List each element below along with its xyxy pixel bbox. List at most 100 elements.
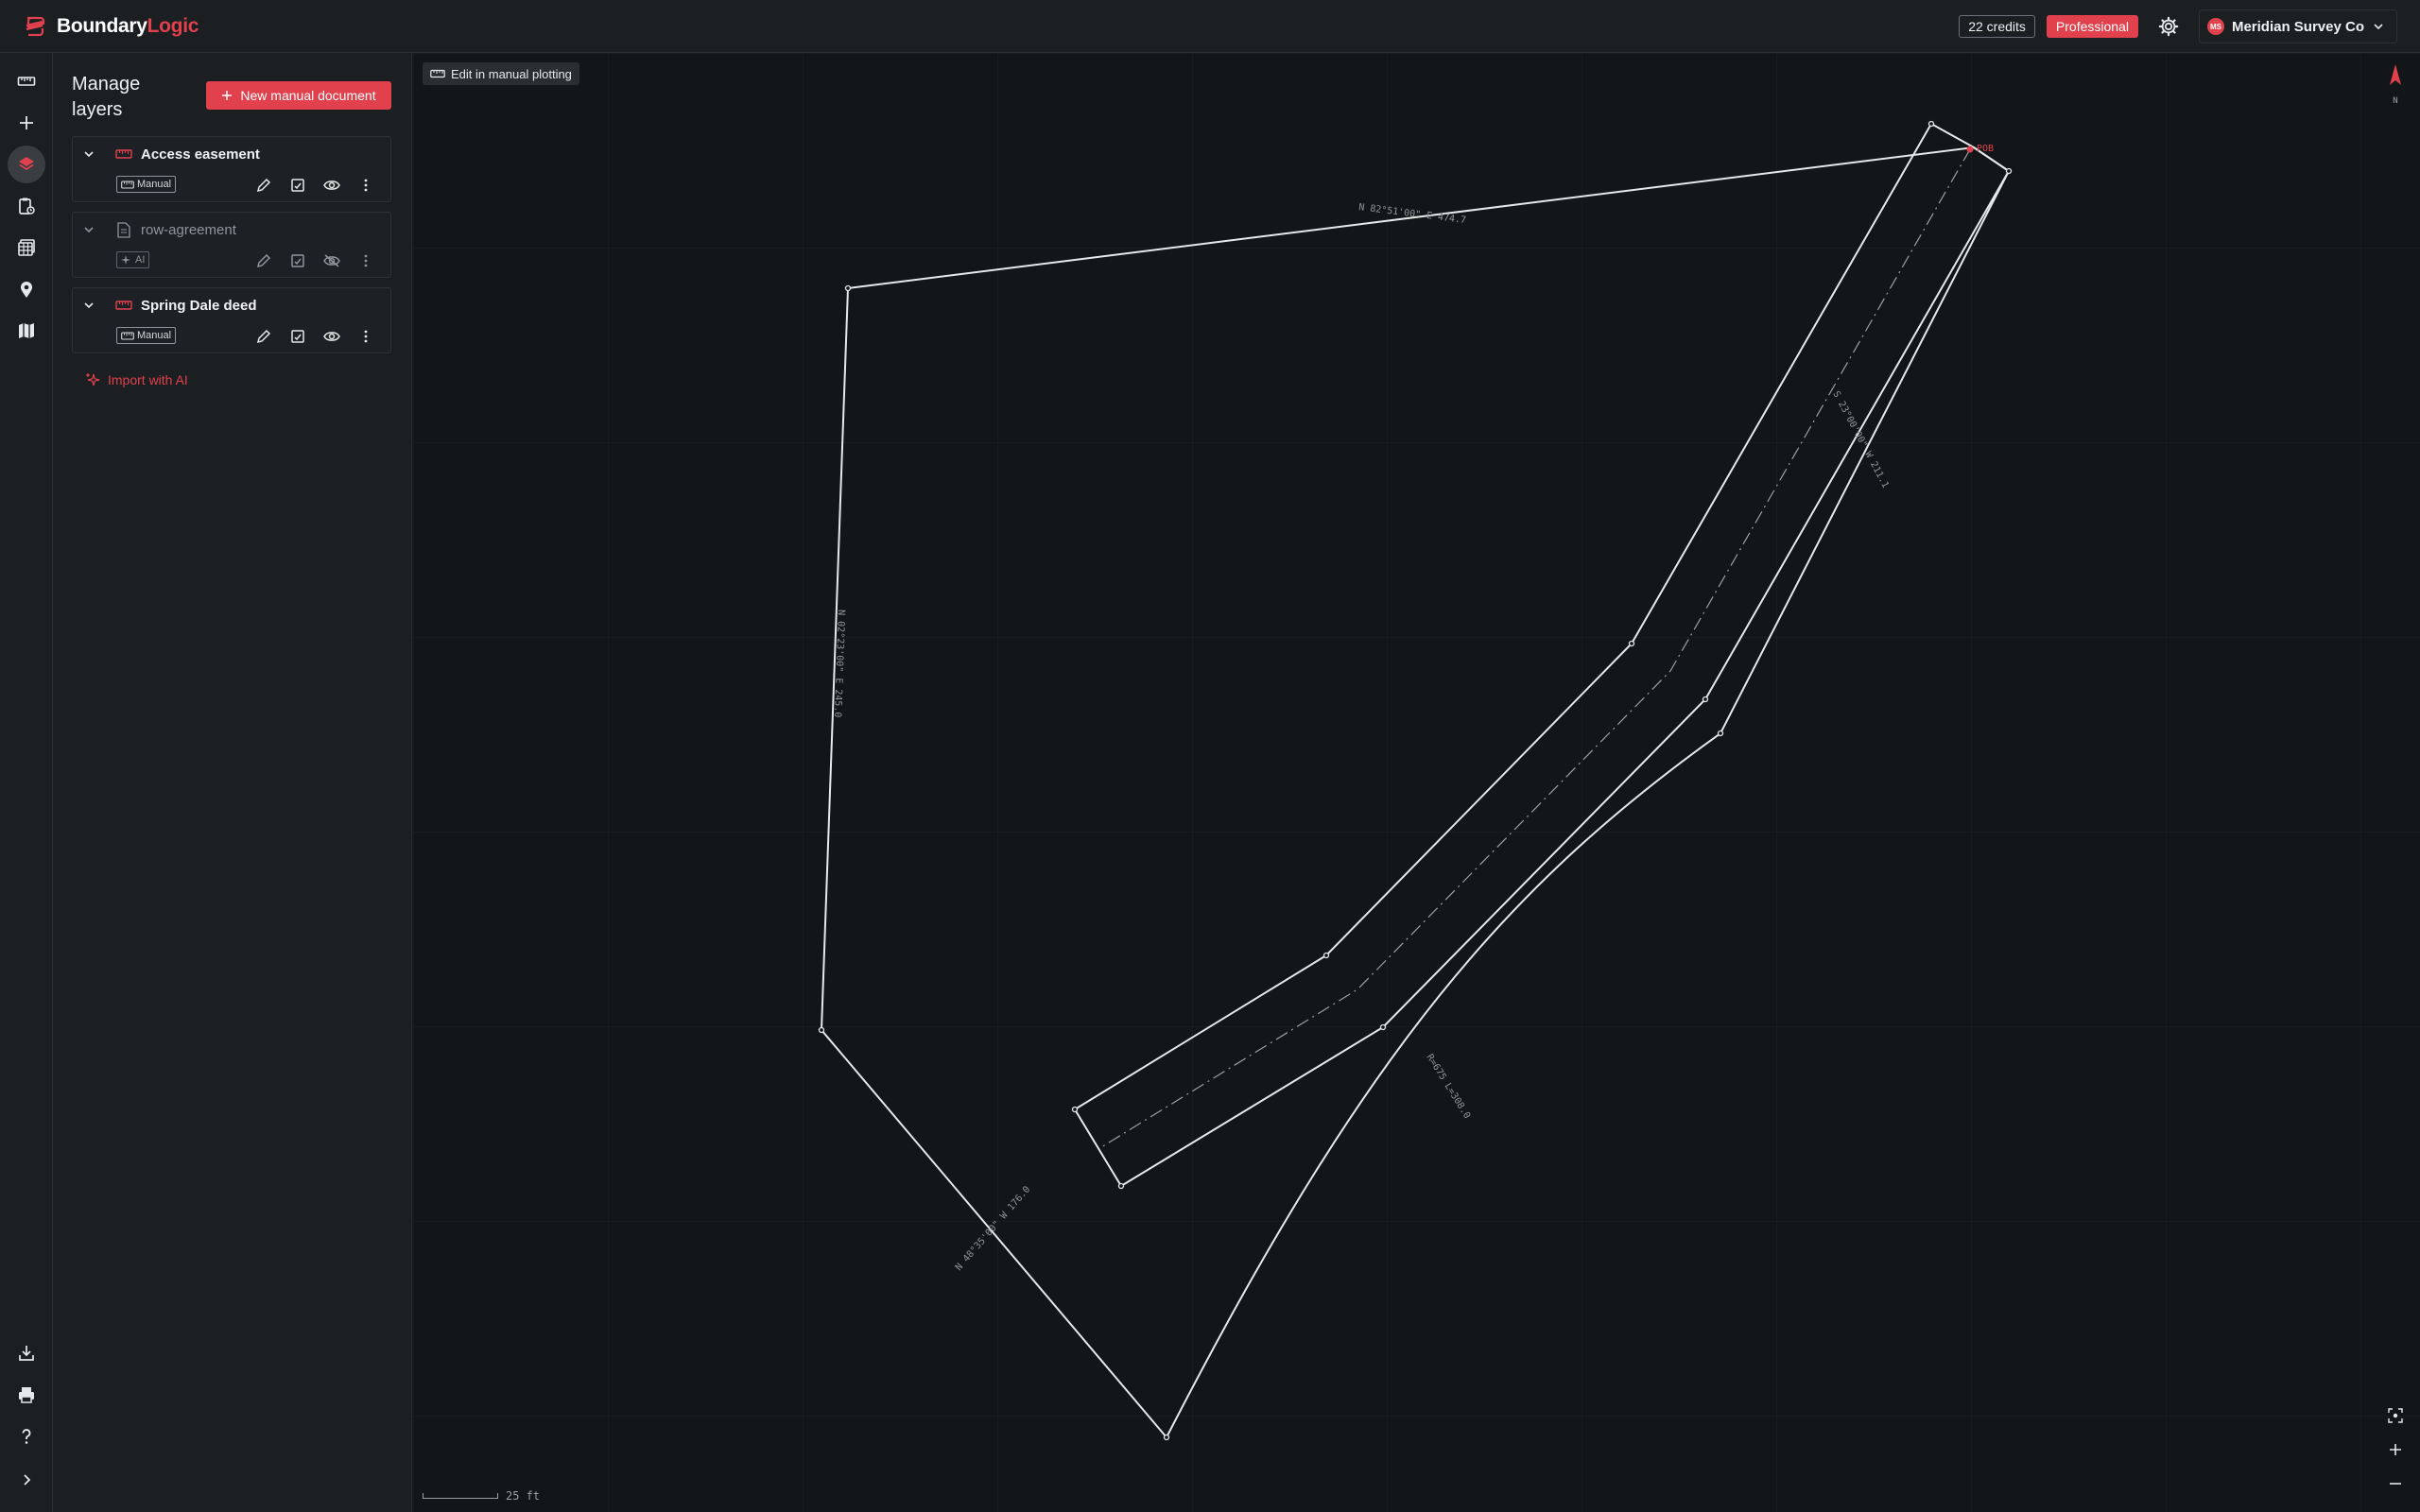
edit-layer-button[interactable] bbox=[247, 322, 281, 351]
new-manual-document-button[interactable]: New manual document bbox=[206, 81, 391, 110]
layer-name: Spring Dale deed bbox=[141, 297, 257, 314]
layer-type-label: Manual bbox=[137, 330, 172, 341]
call-label-curve: R=675 L=308.0 bbox=[1424, 1053, 1472, 1121]
layer-card-spring-dale-deed[interactable]: Spring Dale deed Manual bbox=[72, 287, 391, 353]
layer-name: row-agreement bbox=[141, 221, 236, 238]
vertex bbox=[2005, 167, 2013, 175]
org-switcher[interactable]: MS Meridian Survey Co bbox=[2198, 9, 2397, 43]
focus-icon bbox=[2388, 1408, 2403, 1423]
layer-more-button[interactable] bbox=[349, 322, 383, 351]
pob-marker bbox=[1966, 146, 1974, 153]
layer-type-badge: AI bbox=[116, 251, 150, 268]
org-name: Meridian Survey Co bbox=[2231, 18, 2364, 35]
pin-icon bbox=[21, 282, 32, 298]
pencil-icon bbox=[256, 178, 271, 193]
layer-collapse-toggle[interactable] bbox=[73, 137, 105, 171]
rail-help-button[interactable] bbox=[8, 1418, 45, 1455]
vertex bbox=[1117, 1182, 1125, 1190]
edit-layer-button[interactable] bbox=[247, 247, 281, 275]
print-icon bbox=[19, 1387, 34, 1403]
rail-print-button[interactable] bbox=[8, 1376, 45, 1414]
clipboard-icon bbox=[19, 198, 35, 215]
rail-map-button[interactable] bbox=[8, 312, 45, 350]
toggle-visibility-button[interactable] bbox=[315, 247, 349, 275]
north-arrow: N bbox=[2386, 64, 2405, 130]
plus-icon bbox=[2390, 1444, 2401, 1455]
vertex bbox=[1163, 1434, 1170, 1441]
table-icon bbox=[18, 239, 35, 256]
zoom-out-button[interactable] bbox=[2382, 1470, 2409, 1497]
layers-panel: Manage layers New manual document Access… bbox=[53, 53, 412, 1512]
rail-layers-button[interactable] bbox=[8, 146, 45, 183]
ruler-icon bbox=[114, 145, 133, 163]
call-label-left: N 02°23'00" E 245.0 bbox=[832, 610, 846, 718]
layer-details-button[interactable] bbox=[281, 171, 315, 199]
easement-boundary bbox=[1073, 122, 2011, 1188]
layers-icon bbox=[19, 157, 34, 171]
credits-badge[interactable]: 22 credits bbox=[1959, 15, 2035, 38]
brand-name-accent: Logic bbox=[147, 14, 199, 37]
layer-collapse-toggle[interactable] bbox=[73, 213, 105, 247]
import-with-ai-button[interactable]: Import with AI bbox=[85, 372, 188, 387]
layer-card-row-agreement[interactable]: row-agreement AI bbox=[72, 212, 391, 278]
help-icon bbox=[22, 1429, 31, 1444]
eye-icon bbox=[323, 180, 340, 190]
rail-pin-button[interactable] bbox=[8, 270, 45, 308]
brand[interactable]: BoundaryLogic bbox=[23, 0, 199, 53]
call-label-bottom-left: N 48°35'00" W 176.0 bbox=[954, 1184, 1032, 1273]
scale-bar: 25 ft bbox=[423, 1489, 540, 1503]
scale-bar-line bbox=[423, 1493, 498, 1499]
settings-button[interactable] bbox=[2150, 8, 2187, 45]
map-canvas[interactable]: POB N 82°51'00" E 474.7 N 02°23'00" E 24… bbox=[413, 53, 2420, 1512]
edit-layer-button[interactable] bbox=[247, 171, 281, 199]
deed-boundary bbox=[820, 146, 2011, 1439]
sparkle-icon bbox=[121, 255, 130, 265]
layer-more-button[interactable] bbox=[349, 171, 383, 199]
rail-add-button[interactable] bbox=[8, 104, 45, 142]
ruler-icon bbox=[121, 180, 134, 189]
plus-icon bbox=[20, 116, 33, 129]
document-icon bbox=[114, 220, 133, 239]
pob-label: POB bbox=[1977, 144, 1994, 154]
layer-details-button[interactable] bbox=[281, 322, 315, 351]
more-vertical-icon bbox=[364, 330, 368, 343]
layer-more-button[interactable] bbox=[349, 247, 383, 275]
toggle-visibility-button[interactable] bbox=[315, 171, 349, 199]
ruler-icon bbox=[114, 296, 133, 315]
fit-to-view-button[interactable] bbox=[2382, 1402, 2409, 1429]
rail-download-button[interactable] bbox=[8, 1334, 45, 1372]
eye-off-icon bbox=[323, 254, 340, 267]
chevron-down-icon bbox=[84, 227, 94, 233]
rail-expand-button[interactable] bbox=[8, 1461, 45, 1499]
rail-table-button[interactable] bbox=[8, 229, 45, 266]
eye-icon bbox=[323, 332, 340, 341]
vertex bbox=[1379, 1023, 1387, 1031]
plan-badge[interactable]: Professional bbox=[2046, 15, 2138, 38]
toggle-visibility-button[interactable] bbox=[315, 322, 349, 351]
pencil-icon bbox=[256, 329, 271, 344]
layer-type-label: Manual bbox=[137, 179, 172, 190]
layer-type-badge: Manual bbox=[116, 327, 177, 344]
document-check-icon bbox=[291, 179, 304, 192]
vertex bbox=[844, 284, 852, 292]
more-vertical-icon bbox=[364, 254, 368, 267]
scale-bar-label: 25 ft bbox=[506, 1489, 541, 1503]
panel-title: Manage layers bbox=[72, 74, 141, 120]
more-vertical-icon bbox=[364, 179, 368, 192]
map-icon bbox=[19, 323, 34, 338]
zoom-in-button[interactable] bbox=[2382, 1436, 2409, 1463]
layer-card-access-easement[interactable]: Access easement Manual bbox=[72, 136, 391, 202]
new-manual-document-label: New manual document bbox=[240, 88, 376, 103]
rail-measure-button[interactable] bbox=[8, 62, 45, 100]
plus-icon bbox=[222, 91, 233, 100]
rail-clipboard-button[interactable] bbox=[8, 187, 45, 225]
minus-icon bbox=[2390, 1483, 2401, 1485]
layer-collapse-toggle[interactable] bbox=[73, 288, 105, 322]
easement-centerline bbox=[1100, 148, 1971, 1148]
avatar: MS bbox=[2206, 18, 2224, 35]
edit-manual-plotting-button[interactable]: Edit in manual plotting bbox=[423, 62, 579, 85]
ruler-icon bbox=[121, 331, 134, 340]
vertex bbox=[1717, 730, 1724, 737]
plot-drawing: POB N 82°51'00" E 474.7 N 02°23'00" E 24… bbox=[818, 120, 2013, 1441]
layer-details-button[interactable] bbox=[281, 247, 315, 275]
